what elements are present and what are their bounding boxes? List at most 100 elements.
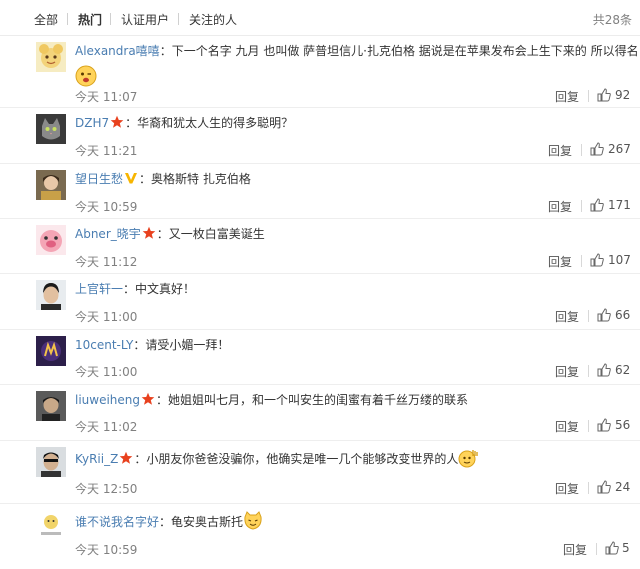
reply-button[interactable]: 回复 — [555, 308, 579, 325]
star-badge-icon — [142, 226, 156, 240]
comment-item: 上官轩一：中文真好！ 今天 11:00 回复 66 — [0, 274, 640, 330]
action-divider — [588, 90, 589, 102]
tab-divider — [67, 13, 68, 25]
cat-emoji-icon — [243, 511, 263, 531]
star-badge-icon — [110, 115, 124, 129]
comment-line: liuweiheng ：她姐姐叫七月，和一个叫安生的闺蜜有着千丝万缕的联系 — [75, 392, 630, 408]
comment-text: ：龟安奥古斯托 — [159, 515, 244, 529]
comment-text: ：她姐姐叫七月，和一个叫安生的闺蜜有着千丝万缕的联系 — [156, 393, 469, 407]
like-count[interactable]: 56 — [615, 418, 630, 432]
thumbs-up-icon[interactable] — [605, 541, 619, 555]
avatar[interactable] — [36, 336, 66, 366]
tab-divider — [110, 13, 111, 25]
comment-item: DZH7 ：华裔和犹太人生的得多聪明？ 今天 11:21 回复 267 — [0, 108, 640, 164]
thumbs-up-icon[interactable] — [597, 418, 611, 432]
star-badge-icon — [119, 451, 133, 465]
comment-item: KyRii_Z ：小朋友你爸爸没骗你，他确实是唯一几个能够改变世界的人 今天 12… — [0, 441, 640, 504]
comment-line: 谁不说我名字好：龟安奥古斯托 — [75, 511, 630, 531]
username-link[interactable]: 望日生愁 — [75, 172, 123, 186]
thumbs-up-icon[interactable] — [590, 253, 604, 267]
reply-button[interactable]: 回复 — [548, 253, 572, 270]
action-divider — [588, 310, 589, 322]
reply-button[interactable]: 回复 — [555, 363, 579, 380]
total-comment-count: 共28条 — [592, 13, 632, 27]
avatar[interactable] — [36, 510, 66, 540]
username-link[interactable]: DZH7 — [75, 116, 109, 130]
thumbs-up-icon[interactable] — [597, 363, 611, 377]
comment-line: KyRii_Z ：小朋友你爸爸没骗你，他确实是唯一几个能够改变世界的人 — [75, 448, 630, 468]
comment-time: 今天 11:07 — [75, 90, 138, 104]
thumbs-up-icon[interactable] — [590, 142, 604, 156]
avatar[interactable] — [36, 170, 66, 200]
comment-text: ：华裔和犹太人生的得多聪明？ — [125, 116, 294, 130]
thumbs-up-icon[interactable] — [590, 198, 604, 212]
avatar[interactable] — [36, 42, 66, 72]
thumbs-up-icon[interactable] — [597, 308, 611, 322]
reply-button[interactable]: 回复 — [548, 142, 572, 159]
comment-line: 10cent-LY：请受小媚一拜！ — [75, 337, 630, 353]
comment-time: 今天 10:59 — [75, 200, 138, 214]
action-divider — [581, 200, 582, 212]
comment-time: 今天 11:12 — [75, 255, 138, 269]
avatar[interactable] — [36, 114, 66, 144]
like-count[interactable]: 92 — [615, 88, 630, 102]
comment-text: ：奥格斯特 扎克伯格 — [139, 172, 251, 186]
comment-time: 今天 11:21 — [75, 144, 138, 158]
action-divider — [581, 144, 582, 156]
like-count[interactable]: 267 — [608, 142, 631, 156]
comment-line: Abner_晓宇 ：又一枚白富美诞生 — [75, 226, 630, 242]
comment-item: Alexandra嘻嘻：下一个名字 九月 也叫做 萨普坦信儿·扎克伯格 据说是在… — [0, 36, 640, 108]
reply-button[interactable]: 回复 — [555, 418, 579, 435]
comment-item: liuweiheng ：她姐姐叫七月，和一个叫安生的闺蜜有着千丝万缕的联系 今天 … — [0, 385, 640, 441]
avatar[interactable] — [36, 391, 66, 421]
action-divider — [588, 365, 589, 377]
avatar[interactable] — [36, 225, 66, 255]
comment-text: ：中文真好！ — [123, 282, 196, 296]
wink-emoji-icon — [75, 65, 97, 87]
comment-item: Abner_晓宇 ：又一枚白富美诞生 今天 11:12 回复 107 — [0, 219, 640, 274]
comment-item: 谁不说我名字好：龟安奥古斯托 今天 10:59 回复 5 — [0, 504, 640, 569]
username-link[interactable]: 上官轩一 — [75, 282, 123, 296]
comment-item: 望日生愁 ：奥格斯特 扎克伯格 今天 10:59 回复 171 — [0, 164, 640, 219]
reply-button[interactable]: 回复 — [563, 541, 587, 558]
comment-time: 今天 10:59 — [75, 543, 138, 557]
bye-emoji-icon — [458, 448, 479, 468]
like-count[interactable]: 107 — [608, 253, 631, 267]
comment-time: 今天 11:00 — [75, 310, 138, 324]
like-count[interactable]: 24 — [615, 480, 630, 494]
reply-button[interactable]: 回复 — [555, 88, 579, 105]
comment-line: 上官轩一：中文真好！ — [75, 281, 630, 297]
avatar[interactable] — [36, 447, 66, 477]
action-divider — [588, 482, 589, 494]
tab-following[interactable]: 关注的人 — [189, 11, 237, 28]
comment-item: 10cent-LY：请受小媚一拜！ 今天 11:00 回复 62 — [0, 330, 640, 385]
reply-button[interactable]: 回复 — [548, 198, 572, 215]
like-count[interactable]: 62 — [615, 363, 630, 377]
reply-button[interactable]: 回复 — [555, 480, 579, 497]
thumbs-up-icon[interactable] — [597, 88, 611, 102]
comment-text: ：请受小媚一拜！ — [133, 338, 230, 352]
comment-line: DZH7 ：华裔和犹太人生的得多聪明？ — [75, 115, 630, 131]
like-count[interactable]: 66 — [615, 308, 630, 322]
thumbs-up-icon[interactable] — [597, 480, 611, 494]
username-link[interactable]: Abner_晓宇 — [75, 227, 141, 241]
tab-verified-users[interactable]: 认证用户 — [121, 11, 169, 28]
username-link[interactable]: KyRii_Z — [75, 452, 118, 466]
tab-hot[interactable]: 热门 — [78, 11, 102, 28]
comment-time: 今天 11:02 — [75, 420, 138, 434]
comment-time: 今天 11:00 — [75, 365, 138, 379]
comment-line: Alexandra嘻嘻：下一个名字 九月 也叫做 萨普坦信儿·扎克伯格 据说是在… — [75, 43, 639, 59]
comment-filter-tabs: 全部 热门 认证用户 关注的人 共28条 — [0, 0, 640, 36]
comment-text: ：又一枚白富美诞生 — [156, 227, 265, 241]
like-count[interactable]: 5 — [622, 541, 630, 555]
comment-text: ：下一个名字 九月 也叫做 萨普坦信儿·扎克伯格 据说是在苹果发布会上生下来的 … — [159, 44, 639, 58]
username-link[interactable]: liuweiheng — [75, 393, 140, 407]
like-count[interactable]: 171 — [608, 198, 631, 212]
tab-all[interactable]: 全部 — [34, 11, 58, 28]
action-divider — [588, 420, 589, 432]
username-link[interactable]: 谁不说我名字好 — [75, 515, 159, 529]
comment-text: ：小朋友你爸爸没骗你，他确实是唯一几个能够改变世界的人 — [134, 452, 459, 466]
avatar[interactable] — [36, 280, 66, 310]
username-link[interactable]: Alexandra嘻嘻 — [75, 44, 160, 58]
username-link[interactable]: 10cent-LY — [75, 338, 133, 352]
